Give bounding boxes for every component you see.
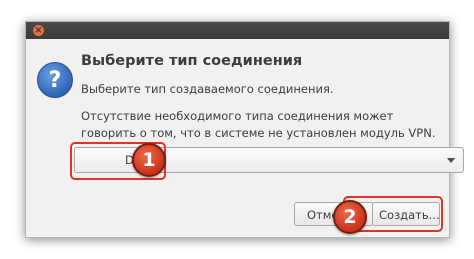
vpn-module-note: Отсутствие необходимого типа соединения … [81, 109, 436, 140]
dialog-titlebar: × [26, 22, 449, 39]
dialog-title: Выберите тип соединения [81, 53, 303, 69]
step-2-badge: 2 [333, 200, 367, 234]
dialog-subtitle: Выберите тип создаваемого соединения. [81, 82, 334, 96]
close-icon[interactable]: × [33, 25, 44, 36]
chevron-down-icon [447, 158, 455, 163]
question-icon: ? [37, 62, 73, 98]
step-1-badge: 1 [132, 143, 166, 177]
